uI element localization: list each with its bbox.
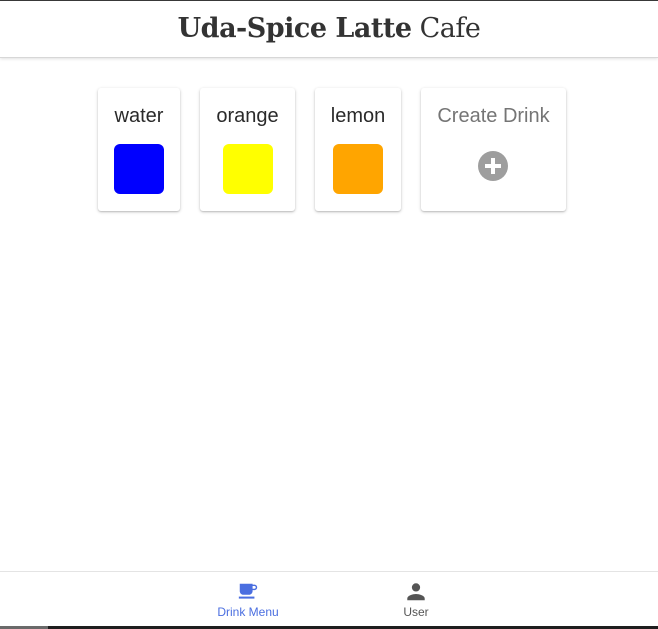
nav-label: User (403, 605, 429, 619)
nav-label: Drink Menu (217, 605, 279, 619)
drink-color-swatch (333, 144, 383, 194)
title-light: Cafe (419, 12, 481, 44)
drink-list: water orange lemon Create Drink (98, 88, 598, 212)
drink-card-orange[interactable]: orange (200, 88, 295, 211)
person-icon (407, 583, 425, 601)
drink-name: water (114, 105, 164, 127)
create-drink-label: Create Drink (437, 105, 550, 127)
drink-color-swatch (114, 144, 164, 194)
drink-name: lemon (330, 105, 386, 127)
create-drink-card[interactable]: Create Drink (421, 88, 566, 211)
title-bold: Uda-Spice Latte (177, 12, 412, 44)
drink-color-swatch (223, 144, 273, 194)
drink-name: orange (216, 105, 279, 127)
nav-item-drink-menu[interactable]: Drink Menu (188, 572, 308, 628)
nav-item-user[interactable]: User (356, 572, 476, 628)
page-title: Uda-Spice Latte Cafe (178, 13, 481, 44)
drink-card-water[interactable]: water (98, 88, 180, 211)
add-circle-icon (478, 151, 508, 181)
bottom-navigation: Drink Menu User (0, 571, 658, 627)
drink-card-lemon[interactable]: lemon (315, 88, 401, 211)
app-header: Uda-Spice Latte Cafe (0, 1, 658, 58)
coffee-icon (238, 583, 258, 599)
app-window: Uda-Spice Latte Cafe water orange lemon … (0, 0, 658, 629)
